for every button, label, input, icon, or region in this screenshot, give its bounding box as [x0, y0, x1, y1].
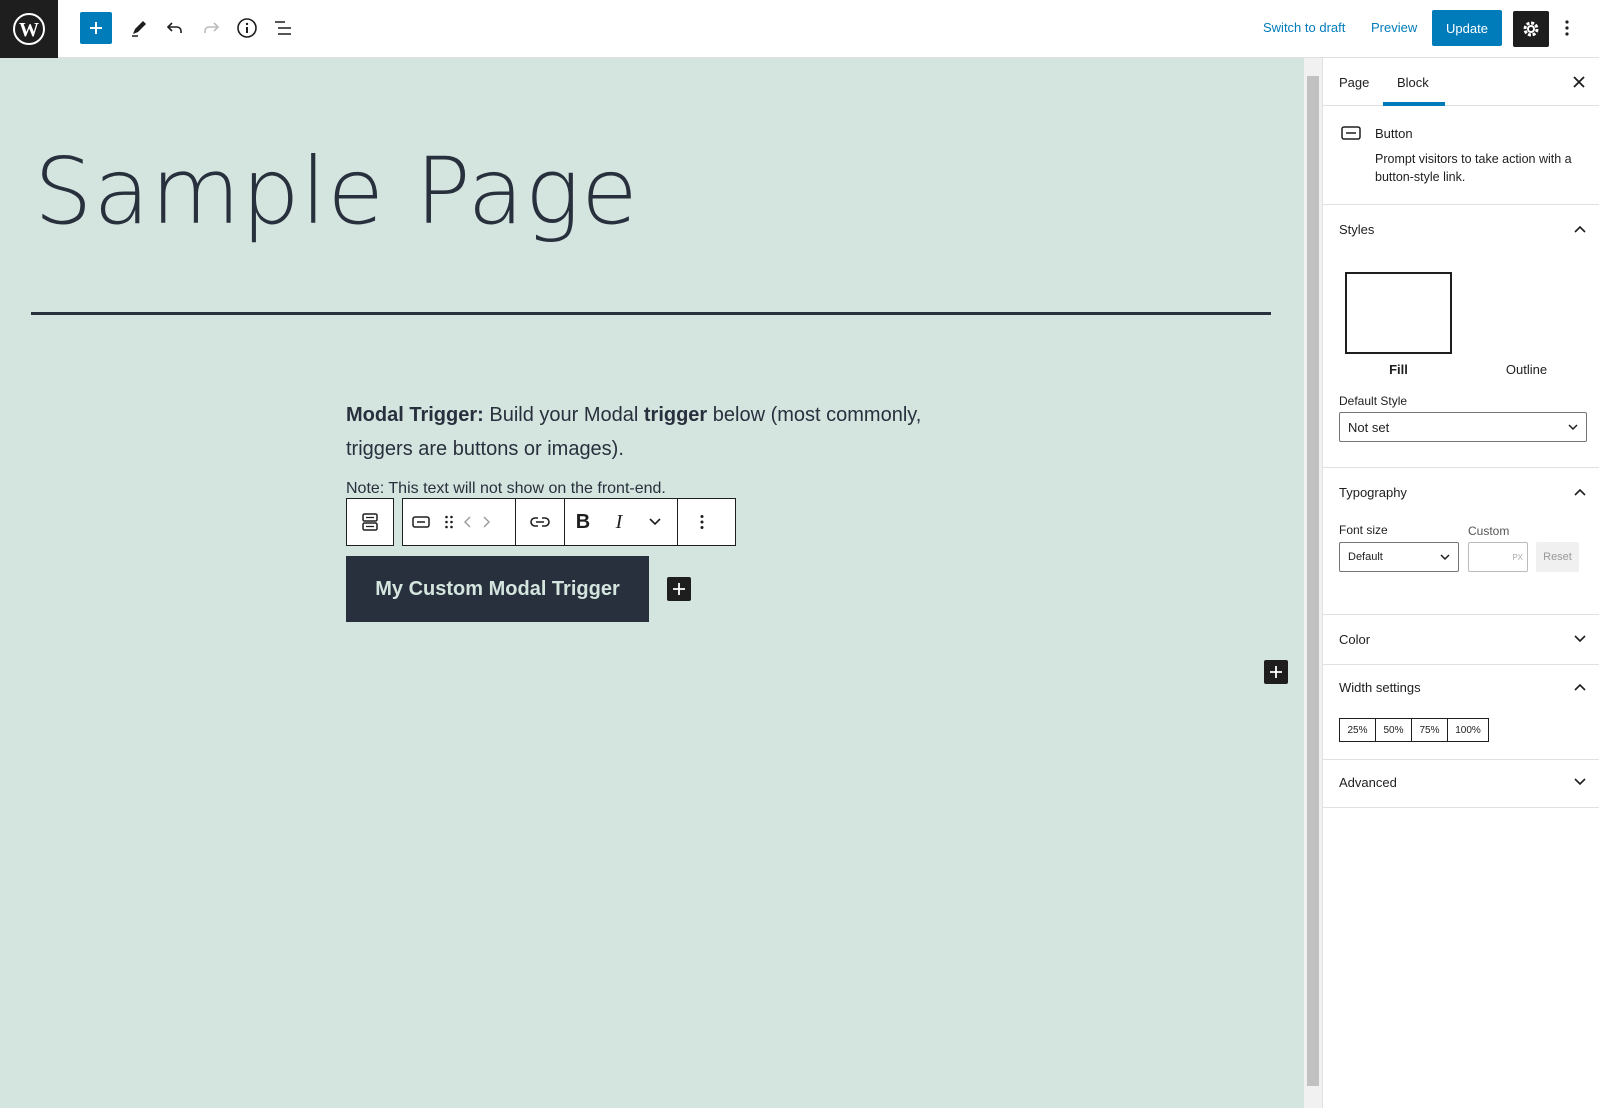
sidebar-tabs: Page Block [1323, 58, 1599, 106]
block-card-title: Button [1375, 126, 1413, 141]
px-unit-label: PX [1512, 552, 1523, 562]
width-25-button[interactable]: 25% [1339, 718, 1376, 742]
chevron-up-icon[interactable] [1573, 680, 1587, 694]
bold-icon[interactable]: B [565, 499, 601, 545]
default-style-select[interactable]: Not set [1339, 412, 1587, 442]
block-options-kebab-icon[interactable] [678, 499, 726, 545]
switch-to-draft-button[interactable]: Switch to draft [1263, 20, 1345, 35]
undo-icon[interactable] [158, 11, 192, 45]
divider [1323, 807, 1599, 808]
chevron-down-icon[interactable] [1573, 775, 1587, 789]
button-block-icon[interactable] [403, 499, 439, 545]
modal-trigger-button[interactable]: My Custom Modal Trigger [346, 556, 649, 622]
width-75-button[interactable]: 75% [1411, 718, 1448, 742]
width-50-button[interactable]: 50% [1375, 718, 1412, 742]
active-tab-indicator [1383, 102, 1445, 106]
settings-sidebar: Page Block Button Prompt visitors to tak… [1322, 58, 1599, 1108]
paragraph-text: below (most commonly, [707, 404, 922, 426]
add-block-plus-icon[interactable] [1264, 660, 1288, 684]
add-button-plus-icon[interactable] [667, 577, 691, 601]
font-size-label: Font size [1339, 523, 1388, 537]
color-panel-header[interactable]: Color [1339, 632, 1370, 647]
divider [1323, 614, 1599, 615]
scrollbar-thumb[interactable] [1307, 76, 1319, 1086]
custom-size-input[interactable]: PX [1468, 542, 1528, 572]
options-kebab-icon[interactable] [1555, 11, 1579, 45]
width-100-button[interactable]: 100% [1447, 718, 1489, 742]
advanced-panel-header[interactable]: Advanced [1339, 775, 1397, 790]
note-paragraph[interactable]: Note: This text will not show on the fro… [346, 480, 666, 498]
paragraph-bold-text: trigger [643, 404, 708, 426]
wordpress-logo-icon[interactable]: W [0, 0, 58, 58]
settings-gear-icon[interactable] [1513, 11, 1549, 47]
style-fill-label[interactable]: Fill [1345, 362, 1452, 377]
chevron-down-icon [1568, 423, 1578, 430]
link-icon[interactable] [516, 499, 564, 545]
typography-panel-header[interactable]: Typography [1339, 485, 1407, 500]
italic-icon[interactable]: I [601, 499, 637, 545]
default-style-label: Default Style [1339, 394, 1408, 408]
preview-button[interactable]: Preview [1371, 20, 1417, 35]
paragraph-text: triggers are buttons or images). [346, 438, 624, 460]
chevron-down-icon [1440, 553, 1450, 560]
divider [1323, 759, 1599, 760]
details-info-icon[interactable] [230, 11, 264, 45]
style-fill-preview[interactable] [1345, 272, 1452, 354]
default-style-value: Not set [1348, 419, 1390, 435]
move-left-chevron-icon[interactable] [459, 499, 477, 545]
modal-trigger-paragraph[interactable]: Modal Trigger: Build your Modal trigger … [346, 398, 946, 466]
chevron-up-icon[interactable] [1573, 485, 1587, 499]
redo-icon[interactable] [194, 11, 228, 45]
button-block-card-icon [1341, 126, 1361, 145]
custom-size-label: Custom [1468, 524, 1510, 538]
style-outline-label[interactable]: Outline [1473, 362, 1580, 377]
editor-header: W Switch to draft Preview Update [0, 0, 1599, 58]
font-size-value: Default [1348, 551, 1383, 563]
reset-button[interactable]: Reset [1536, 542, 1579, 572]
chevron-up-icon[interactable] [1573, 222, 1587, 236]
drag-handle-icon[interactable] [439, 499, 459, 545]
block-toolbar: B I [402, 498, 736, 546]
paragraph-bold-text: Modal Trigger: [346, 404, 484, 426]
chevron-down-icon[interactable] [1573, 632, 1587, 646]
divider [1323, 664, 1599, 665]
list-view-icon[interactable] [266, 11, 300, 45]
paragraph-text: Build your Modal [483, 404, 644, 426]
more-formats-chevron-down-icon[interactable] [637, 499, 673, 545]
block-card-description: Prompt visitors to take action with a bu… [1375, 152, 1572, 184]
tools-pencil-icon[interactable] [122, 11, 156, 45]
divider [1323, 204, 1599, 205]
divider [1323, 467, 1599, 468]
parent-block-selector[interactable] [346, 498, 394, 546]
move-right-chevron-icon[interactable] [477, 499, 495, 545]
separator-block[interactable] [31, 312, 1271, 315]
tab-page[interactable]: Page [1339, 75, 1369, 90]
width-settings-panel-header[interactable]: Width settings [1339, 680, 1421, 695]
styles-panel-header[interactable]: Styles [1339, 222, 1374, 237]
page-title[interactable]: Sample Page [34, 138, 639, 245]
canvas-scrollbar[interactable] [1304, 58, 1322, 1108]
tab-block[interactable]: Block [1397, 75, 1429, 90]
update-button[interactable]: Update [1432, 10, 1502, 46]
close-sidebar-icon[interactable] [1569, 72, 1589, 92]
block-inserter-plus-icon[interactable] [80, 12, 112, 44]
editor-canvas[interactable]: Sample Page Modal Trigger: Build your Mo… [0, 58, 1304, 1108]
font-size-select[interactable]: Default [1339, 542, 1459, 572]
buttons-block-icon[interactable] [347, 499, 393, 545]
svg-text:W: W [19, 19, 39, 41]
